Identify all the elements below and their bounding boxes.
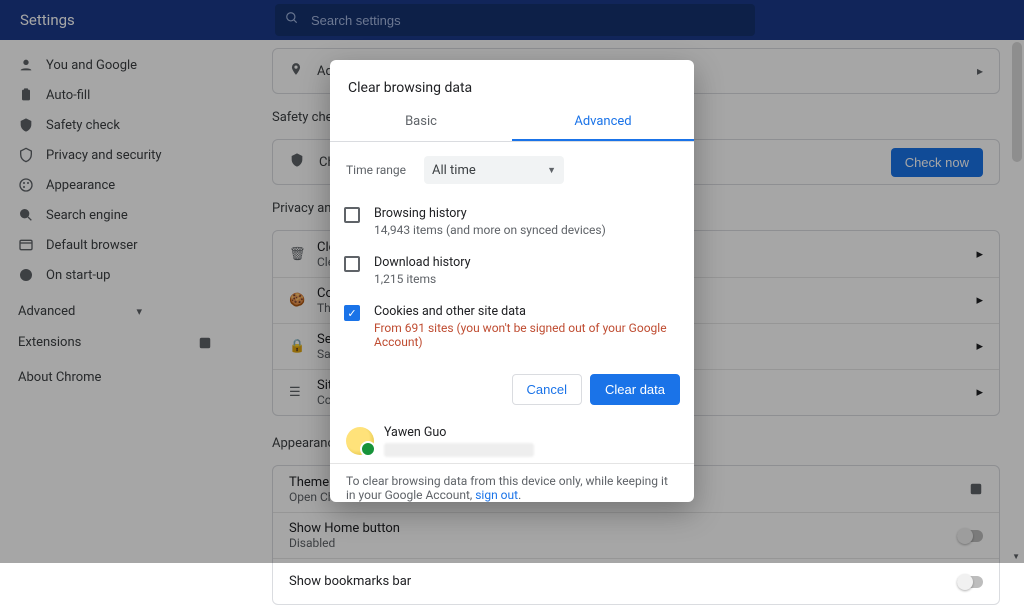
option-download-history[interactable]: Download history1,215 items (344, 247, 682, 296)
tab-advanced[interactable]: Advanced (512, 106, 694, 141)
checkbox[interactable] (344, 207, 360, 223)
clear-data-button[interactable]: Clear data (590, 374, 680, 405)
time-range-label: Time range (346, 163, 406, 177)
dropdown-triangle-icon: ▼ (547, 165, 556, 176)
tab-basic[interactable]: Basic (330, 106, 512, 141)
avatar (346, 427, 374, 455)
time-range-select[interactable]: All time ▼ (424, 156, 564, 184)
option-browsing-history[interactable]: Browsing history14,943 items (and more o… (344, 198, 682, 247)
options-list[interactable]: Browsing history14,943 items (and more o… (330, 198, 694, 361)
dialog-buttons: Cancel Clear data (330, 361, 694, 417)
account-email-redacted (384, 443, 534, 457)
cancel-button[interactable]: Cancel (512, 374, 582, 405)
bookmarks-toggle[interactable] (957, 576, 983, 588)
dialog-footnote: To clear browsing data from this device … (330, 463, 694, 502)
time-range-value: All time (432, 163, 476, 178)
option-cookies[interactable]: ✓ Cookies and other site dataFrom 691 si… (344, 296, 682, 359)
sign-out-link[interactable]: sign out (475, 488, 518, 502)
account-box: Yawen Guo (330, 417, 694, 463)
bookmarks-bar-row: Show bookmarks bar (273, 558, 999, 604)
checkbox[interactable]: ✓ (344, 305, 360, 321)
account-name: Yawen Guo (384, 425, 534, 440)
clear-browsing-data-dialog: Clear browsing data Basic Advanced Time … (330, 60, 694, 502)
dialog-title: Clear browsing data (330, 60, 694, 106)
dialog-tabs: Basic Advanced (330, 106, 694, 142)
checkbox[interactable] (344, 256, 360, 272)
